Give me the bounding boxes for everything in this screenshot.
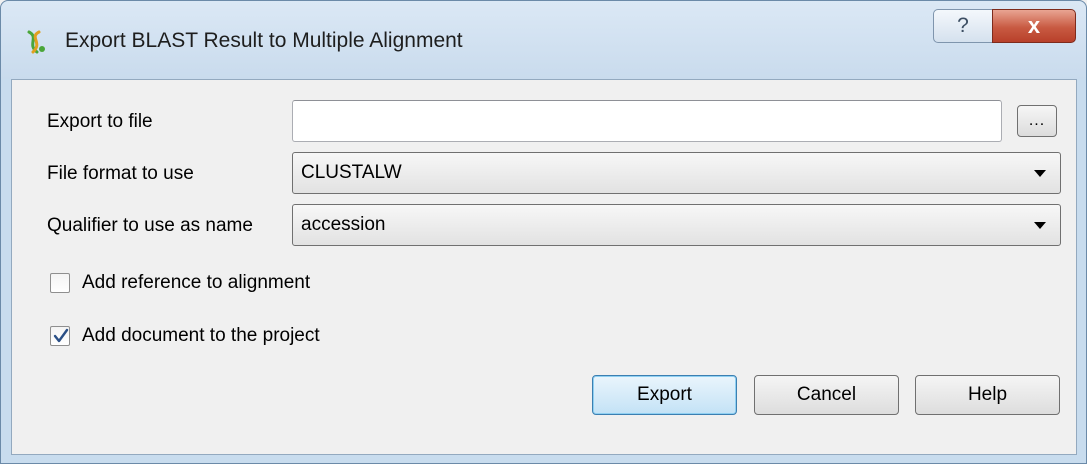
title-bar[interactable]: Export BLAST Result to Multiple Alignmen… [1, 1, 1086, 79]
qualifier-value: accession [301, 214, 386, 235]
cancel-button[interactable]: Cancel [754, 375, 899, 415]
close-window-button[interactable]: x [992, 9, 1076, 43]
add-document-label[interactable]: Add document to the project [82, 325, 320, 347]
chevron-down-icon [1034, 222, 1046, 229]
dna-helix-icon [27, 30, 45, 54]
context-help-button[interactable]: ? [933, 9, 993, 43]
qualifier-label: Qualifier to use as name [47, 215, 253, 236]
chevron-down-icon [1034, 170, 1046, 177]
add-document-checkbox[interactable] [50, 326, 70, 346]
add-reference-label[interactable]: Add reference to alignment [82, 272, 310, 294]
checkmark-icon [53, 328, 69, 343]
dialog-body: Export to file ... File format to use CL… [11, 79, 1077, 455]
qualifier-select[interactable]: accession [292, 204, 1061, 246]
export-button[interactable]: Export [592, 375, 737, 415]
question-mark-icon: ? [957, 14, 969, 37]
file-format-label: File format to use [47, 163, 194, 184]
export-file-input[interactable] [292, 100, 1002, 142]
ellipsis-icon: ... [1028, 112, 1046, 129]
window-title: Export BLAST Result to Multiple Alignmen… [65, 29, 463, 52]
file-format-select[interactable]: CLUSTALW [292, 152, 1061, 194]
export-to-file-label: Export to file [47, 111, 153, 132]
help-button[interactable]: Help [915, 375, 1060, 415]
add-reference-checkbox[interactable] [50, 273, 70, 293]
browse-file-button[interactable]: ... [1017, 105, 1057, 137]
close-icon: x [1027, 13, 1041, 38]
file-format-value: CLUSTALW [301, 162, 402, 183]
dialog-window: Export BLAST Result to Multiple Alignmen… [0, 0, 1087, 464]
